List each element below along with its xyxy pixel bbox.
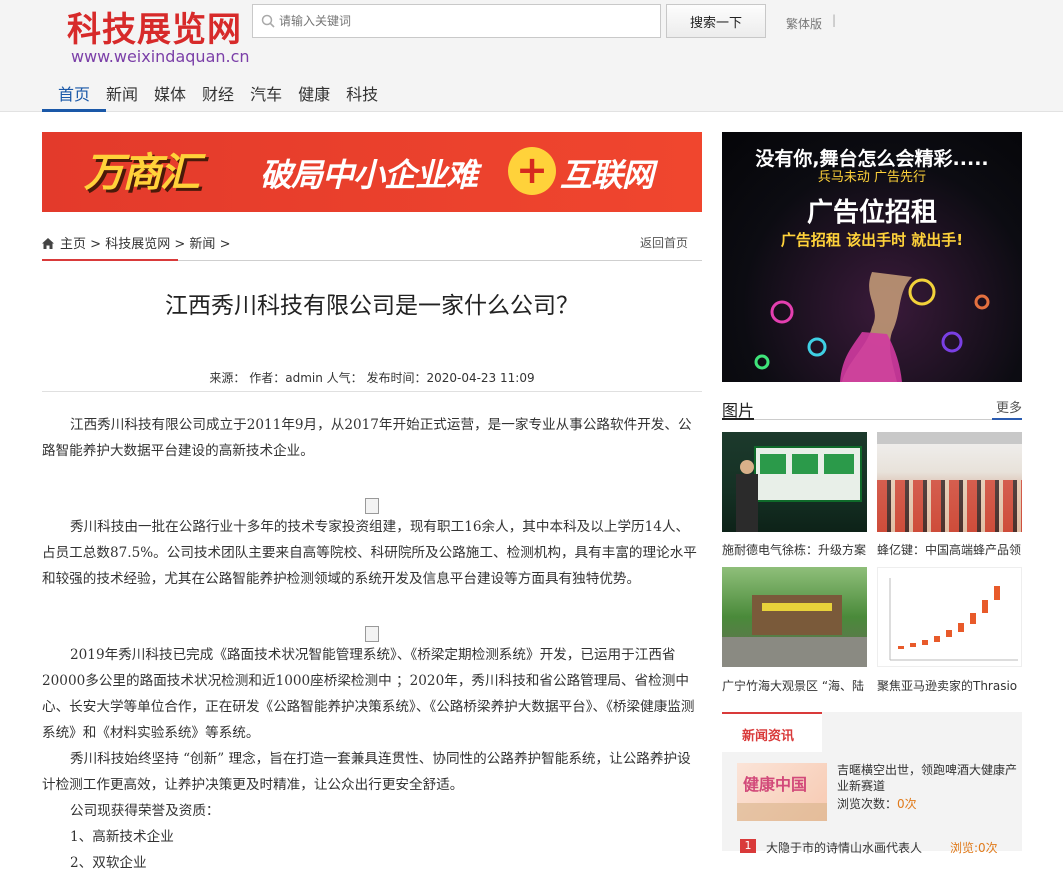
banner-brand: 万商汇 <box>84 149 200 196</box>
picture-caption[interactable]: 蜂亿键：中国高端蜂产品领 <box>877 541 1022 558</box>
article-meta: 来源： 作者：admin 人气： 发布时间：2020-04-23 11:09 <box>209 371 535 385</box>
ad-line: 兵马未动 广告先行 <box>817 170 927 185</box>
broken-image-icon <box>365 498 379 514</box>
views-value: 0次 <box>897 797 917 811</box>
breadcrumb: 主页 > 科技展览网 > 新闻 > <box>42 233 230 252</box>
breadcrumb-site[interactable]: 科技展览网 <box>105 237 170 252</box>
views-label: 浏览次数： <box>837 797 898 811</box>
nav-item-tech[interactable]: 科技 <box>346 75 394 112</box>
breadcrumb-separator: > <box>90 237 102 252</box>
search-box[interactable] <box>252 4 661 38</box>
news-tab[interactable]: 新闻资讯 <box>722 712 822 752</box>
sidebar-ad[interactable]: 没有你,舞台怎么会精彩..... 兵马未动 广告先行 广告位招租 广告招租 该出… <box>722 132 1022 382</box>
news-tab-label: 新闻资讯 <box>742 729 795 744</box>
nav-item-media[interactable]: 媒体 <box>154 75 202 112</box>
pictures-header: 图片 更多 <box>722 396 1022 420</box>
ad-line: 广告位招租 <box>806 198 937 228</box>
news-views: 浏览次数：0次 <box>837 795 917 812</box>
breadcrumb-home[interactable]: 主页 <box>60 237 86 252</box>
article-title: 江西秀川科技有限公司是一家什么公司？ <box>165 293 579 319</box>
article-body: 江西秀川科技有限公司成立于2011年9月，从2017年开始正式运营，是一家专业从… <box>42 412 702 876</box>
picture-thumbnail[interactable] <box>877 567 1022 667</box>
broken-image <box>42 612 702 642</box>
thumbnail-text: 健康中国 <box>743 775 808 794</box>
pictures-more-link[interactable]: 更多 <box>996 397 1022 416</box>
article-paragraph: 2、双软企业 <box>70 855 147 871</box>
growth-chart-thumbnail <box>889 578 1018 661</box>
broken-image-icon <box>365 626 379 642</box>
banner-suffix: 互联网 <box>560 156 654 194</box>
breadcrumb-separator: > <box>219 237 231 252</box>
picture-caption[interactable]: 广宁竹海大观景区 “海、陆 <box>722 677 867 694</box>
site-header: 科技展览网 www.weixindaquan.cn 搜索一下 繁体版 | 首页 … <box>0 0 1063 112</box>
article-paragraph: 秀川科技由一批在公路行业十多年的技术专家投资组建，现有职工16余人，其中本科及以… <box>42 519 697 587</box>
news-featured-title[interactable]: 吉暱横空出世，领跑啤酒大健康产业新赛道 <box>837 762 1017 794</box>
ad-line: 广告招租 该出手时 就出手! <box>780 231 964 249</box>
picture-thumbnail[interactable] <box>722 432 867 532</box>
article-paragraph: 秀川科技始终坚持 “创新” 理念，旨在打造一套兼具连贯性、协同性的公路养护智能系… <box>42 751 691 793</box>
traditional-chinese-link[interactable]: 繁体版 <box>786 15 822 32</box>
search-icon <box>261 14 275 28</box>
site-url[interactable]: www.weixindaquan.cn <box>71 47 250 66</box>
breadcrumb-accent <box>42 259 178 261</box>
nav-item-finance[interactable]: 财经 <box>202 75 250 112</box>
site-logo[interactable]: 科技展览网 <box>67 2 242 51</box>
banner-slogan: 破局中小企业难 <box>260 156 478 194</box>
picture-thumbnail[interactable] <box>722 567 867 667</box>
article-paragraph: 江西秀川科技有限公司成立于2011年9月，从2017年开始正式运营，是一家专业从… <box>42 417 692 459</box>
home-icon <box>42 238 54 249</box>
news-thumbnail[interactable]: 健康中国 <box>737 763 827 821</box>
picture-thumbnail[interactable] <box>877 432 1022 532</box>
top-banner-ad[interactable]: 万商汇 破局中小企业难 + 互联网 <box>42 132 702 212</box>
search-input[interactable] <box>279 5 654 37</box>
nav-item-health[interactable]: 健康 <box>298 75 346 112</box>
article-paragraph: 公司现获得荣誉及资质： <box>70 803 220 819</box>
back-home-link[interactable]: 返回首页 <box>640 234 688 251</box>
dancer-illustration <box>754 272 990 382</box>
news-list-views: 浏览:0次 <box>950 841 998 855</box>
picture-caption[interactable]: 施耐德电气徐栋：升级方案 <box>722 541 867 558</box>
news-panel: 新闻资讯 健康中国 吉暱横空出世，领跑啤酒大健康产业新赛道 浏览次数：0次 1 … <box>722 712 1022 855</box>
breadcrumb-separator: > <box>174 237 186 252</box>
article-paragraph: 2019年秀川科技已完成《路面技术状况智能管理系统》、《桥梁定期检测系统》开发，… <box>42 647 695 741</box>
broken-image <box>42 484 702 514</box>
article-paragraph: 1、高新技术企业 <box>70 829 174 845</box>
main-nav: 首页 新闻 媒体 财经 汽车 健康 科技 <box>42 75 394 112</box>
search-button[interactable]: 搜索一下 <box>666 4 766 38</box>
picture-caption[interactable]: 聚焦亚马逊卖家的Thrasio <box>877 677 1022 694</box>
meta-divider <box>42 391 702 392</box>
banner-plus-icon: + <box>508 147 556 195</box>
news-list-item[interactable]: 大隐于市的诗情山水画代表人 <box>766 839 922 856</box>
nav-item-news[interactable]: 新闻 <box>106 75 154 112</box>
breadcrumb-section[interactable]: 新闻 <box>189 237 215 252</box>
nav-item-auto[interactable]: 汽车 <box>250 75 298 112</box>
nav-item-home[interactable]: 首页 <box>42 75 107 112</box>
header-separator: | <box>832 13 837 27</box>
